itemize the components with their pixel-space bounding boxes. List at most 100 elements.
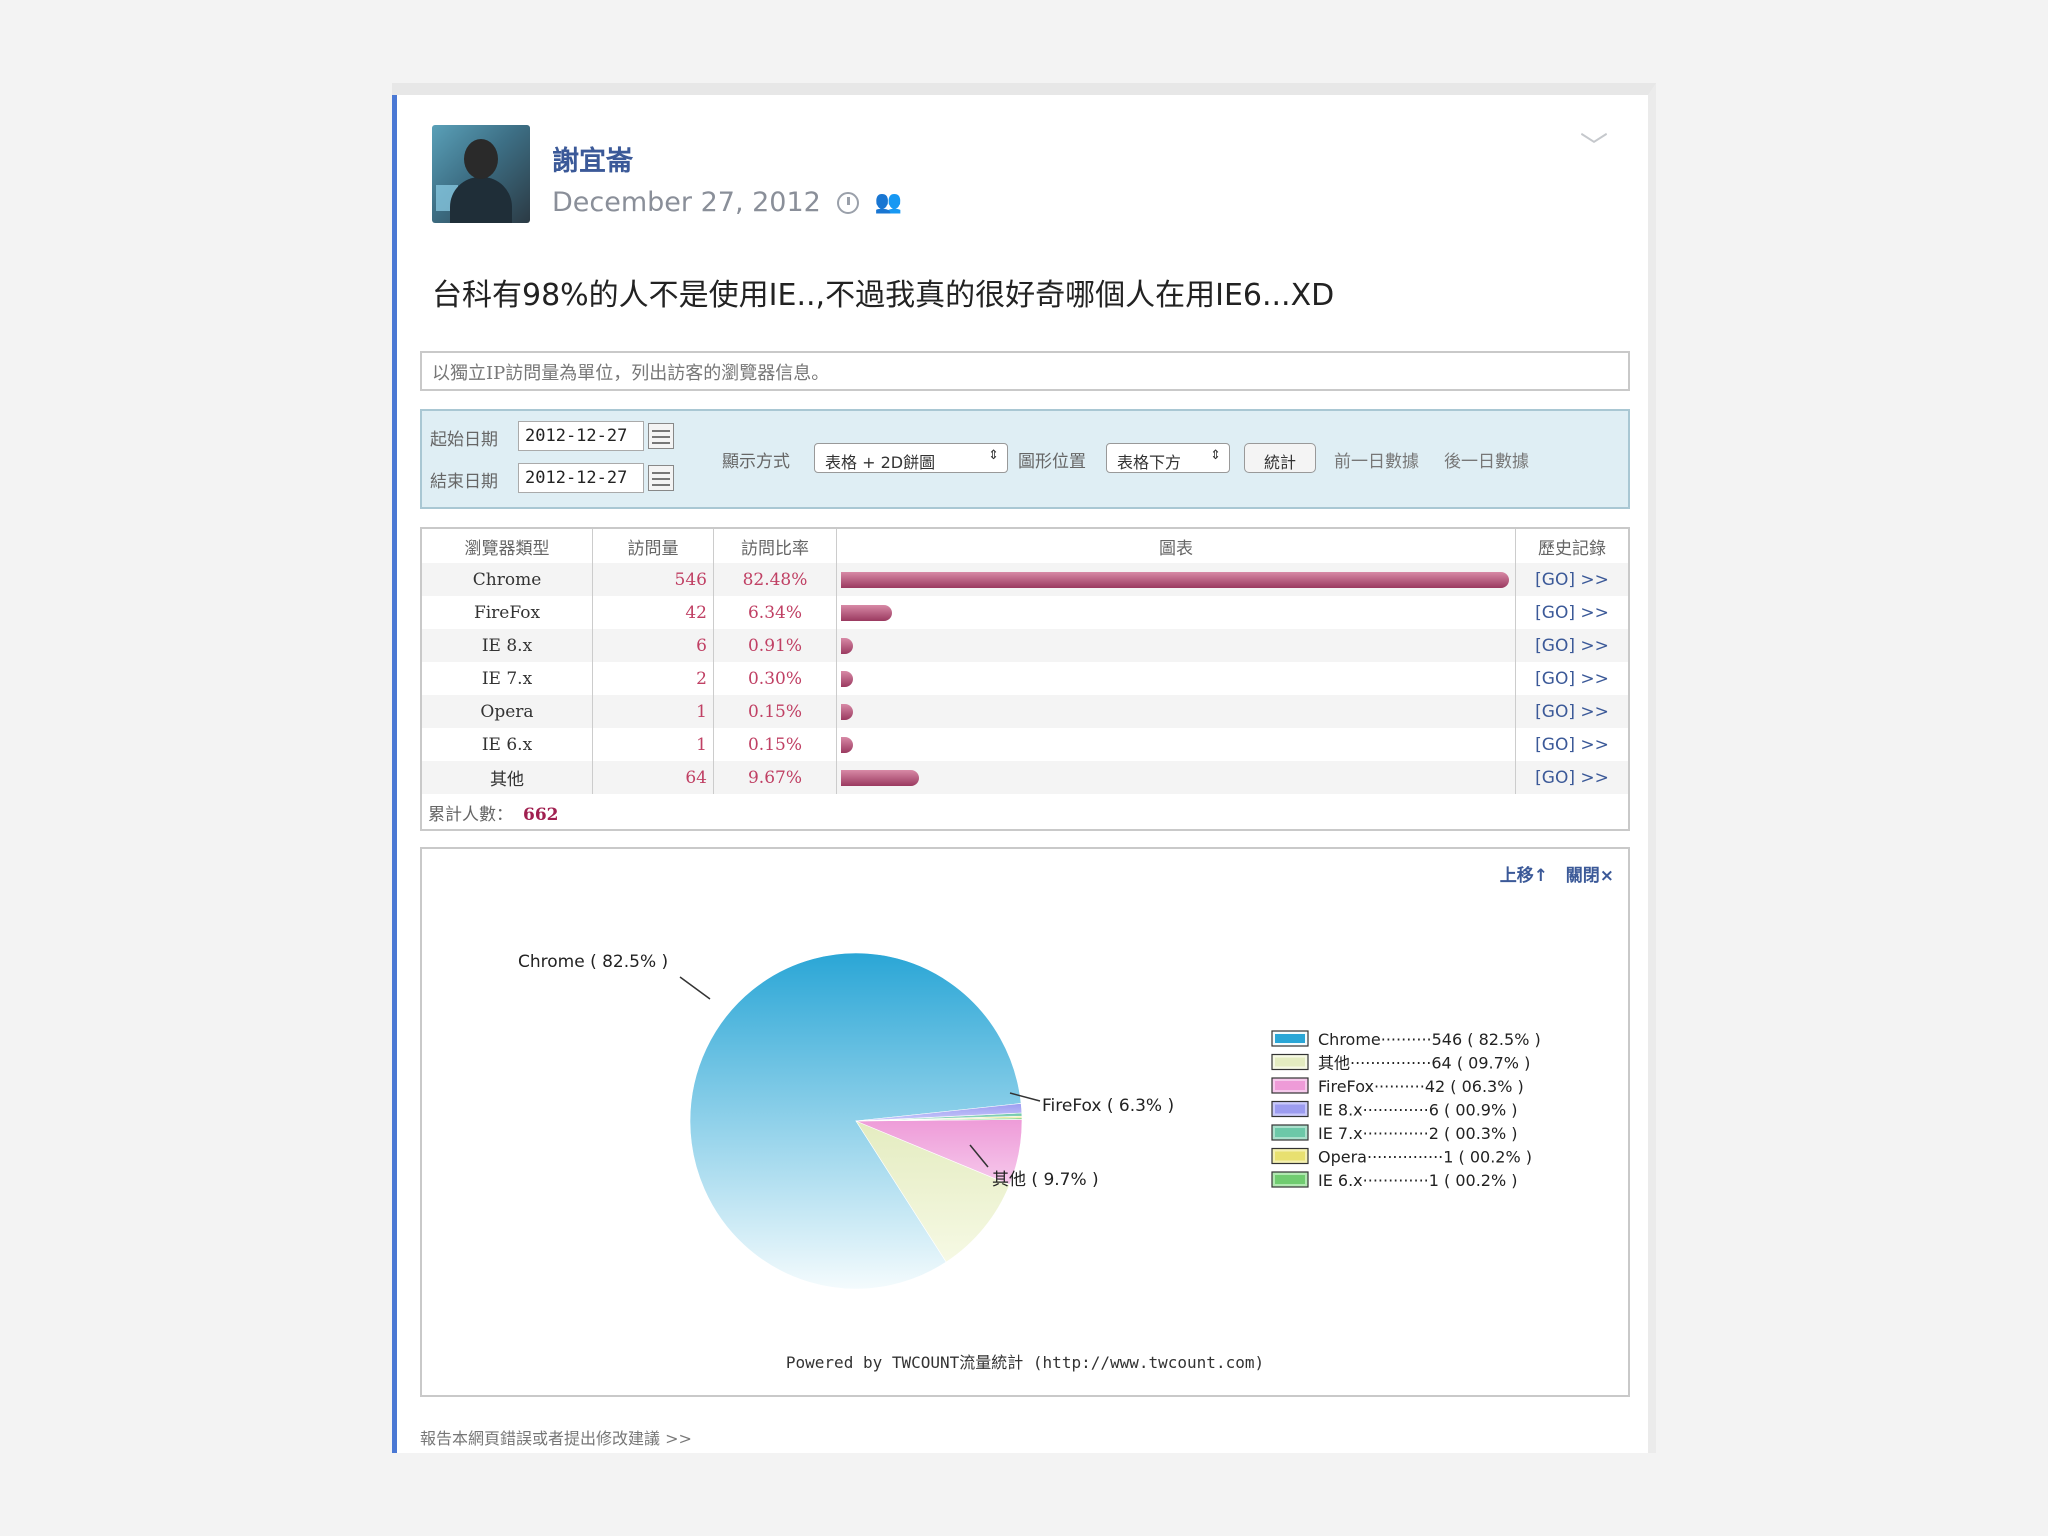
legend-swatch-fill <box>1275 1151 1305 1161</box>
chevron-down-icon[interactable]: ﹀ <box>1580 125 1608 165</box>
browser-name: IE 7.x <box>422 662 593 695</box>
legend-entry: FireFox··········42 ( 06.3% ) <box>1318 1077 1524 1096</box>
legend-entry: Opera···············1 ( 00.2% ) <box>1318 1148 1532 1167</box>
avatar-body <box>450 177 512 223</box>
browser-name: FireFox <box>422 596 593 629</box>
visit-percent: 0.30% <box>713 662 837 695</box>
select-arrow-icon: ⇕ <box>1210 448 1221 463</box>
visit-count: 64 <box>592 761 714 794</box>
display-mode-label: 顯示方式 <box>722 452 790 472</box>
calendar-icon[interactable] <box>648 423 674 449</box>
visit-count: 42 <box>592 596 714 629</box>
share-bar <box>841 637 853 654</box>
stat-button[interactable]: 統計 <box>1244 443 1316 473</box>
pie-callout-label: Chrome ( 82.5% ) <box>518 952 668 972</box>
bar-cell <box>836 728 1516 761</box>
table-row: FireFox 42 6.34% [GO] >> <box>422 596 1628 629</box>
col-header: 訪問比率 <box>713 529 837 563</box>
go-history-link[interactable]: [GO] >> <box>1516 728 1629 761</box>
embedded-screenshot: 以獨立IP訪問量為單位，列出訪客的瀏覽器信息。 起始日期 2012-12-27 … <box>420 351 1630 1461</box>
share-bar <box>841 670 853 687</box>
legend-swatch-fill <box>1275 1081 1305 1090</box>
clock-icon <box>836 191 859 214</box>
pie-chart-panel: 上移↑ 關閉× Chrome ( 82.5% ) FireFox ( 6.3% )… <box>420 847 1630 1397</box>
display-mode-select[interactable]: 表格 + 2D餅圖 ⇕ <box>814 443 1008 473</box>
bar-cell <box>836 662 1516 695</box>
legend-entry: IE 8.x·············6 ( 00.9% ) <box>1318 1101 1518 1120</box>
col-header: 瀏覽器類型 <box>422 529 593 563</box>
calendar-icon[interactable] <box>648 465 674 491</box>
avatar-head <box>464 139 498 179</box>
visit-count: 1 <box>592 728 714 761</box>
browser-name: Opera <box>422 695 593 728</box>
bar-cell <box>836 695 1516 728</box>
table-row: 其他 64 9.67% [GO] >> <box>422 761 1628 794</box>
chart-position-label: 圖形位置 <box>1018 452 1086 472</box>
visit-percent: 82.48% <box>713 563 837 596</box>
legend-swatch-fill <box>1275 1104 1305 1114</box>
col-header: 歷史記錄 <box>1538 538 1606 559</box>
legend-swatch-fill <box>1275 1128 1305 1137</box>
legend-entry: Chrome··········546 ( 82.5% ) <box>1318 1030 1541 1049</box>
info-bar: 以獨立IP訪問量為單位，列出訪客的瀏覽器信息。 <box>420 351 1630 391</box>
visit-percent: 0.15% <box>713 695 837 728</box>
chart-position-select[interactable]: 表格下方 ⇕ <box>1106 443 1230 473</box>
post-meta: December 27, 2012 👥 <box>552 187 902 218</box>
avatar[interactable] <box>432 125 530 223</box>
legend-swatch-fill <box>1275 1175 1305 1184</box>
table-row: Opera 1 0.15% [GO] >> <box>422 695 1628 728</box>
total-label: 累計人數： <box>428 805 513 825</box>
share-bar <box>841 769 920 786</box>
table-row: IE 8.x 6 0.91% [GO] >> <box>422 629 1628 662</box>
author-name[interactable]: 謝宜崙 <box>552 139 633 178</box>
display-mode-value: 表格 + 2D餅圖 <box>825 453 936 472</box>
browser-table: 瀏覽器類型 訪問量 訪問比率 圖表 歷史記錄 Chrome 546 82.48% [G… <box>420 527 1630 831</box>
start-date-input[interactable]: 2012-12-27 <box>518 421 644 451</box>
visit-percent: 0.15% <box>713 728 837 761</box>
visit-count: 546 <box>592 563 714 596</box>
end-date-label: 結束日期 <box>430 472 498 492</box>
go-history-link[interactable]: [GO] >> <box>1515 761 1628 794</box>
chart-position-value: 表格下方 <box>1117 453 1182 472</box>
bar-cell <box>836 563 1516 596</box>
select-arrow-icon: ⇕ <box>988 448 999 463</box>
audience-friends-icon[interactable]: 👥 <box>875 190 902 215</box>
card-accent-bar <box>392 95 397 1453</box>
browser-name: IE 8.x <box>422 629 593 662</box>
col-header: 圖表 <box>836 529 1516 563</box>
facebook-post-card: 謝宜崙 December 27, 2012 👥 ﹀ 台科有98%的人不是使用IE… <box>392 83 1656 1453</box>
go-history-link[interactable]: [GO] >> <box>1515 629 1628 662</box>
post-text: 台科有98%的人不是使用IE..,不過我真的很好奇哪個人在用IE6...XD <box>432 278 1335 313</box>
legend-entry: 其他················64 ( 09.7% ) <box>1318 1054 1530 1073</box>
share-bar <box>841 736 853 753</box>
bar-cell <box>836 596 1516 629</box>
go-history-link[interactable]: [GO] >> <box>1515 563 1628 596</box>
share-bar <box>841 571 1509 588</box>
go-history-link[interactable]: [GO] >> <box>1516 662 1629 695</box>
post-date[interactable]: December 27, 2012 <box>552 187 821 218</box>
go-history-link[interactable]: [GO] >> <box>1516 596 1629 629</box>
legend-entry: IE 7.x·············2 ( 00.3% ) <box>1318 1124 1518 1143</box>
report-error-link[interactable]: 報告本網頁錯誤或者提出修改建議 >> <box>420 1425 692 1449</box>
total-visitors: 累計人數： 662 <box>428 800 559 825</box>
table-row: IE 7.x 2 0.30% [GO] >> <box>422 662 1628 695</box>
pie-chart: Chrome ( 82.5% ) FireFox ( 6.3% ) 其他 ( 9.7… <box>518 952 1541 1290</box>
start-date-label: 起始日期 <box>430 430 498 450</box>
go-history-link[interactable]: [GO] >> <box>1515 695 1628 728</box>
powered-by-text: Powered by TWCOUNT流量統計 (http://www.twcou… <box>785 1353 1265 1372</box>
visit-count: 2 <box>592 662 714 695</box>
prev-day-link[interactable]: 前一日數據 <box>1334 447 1419 472</box>
share-bar <box>841 703 853 720</box>
bar-cell <box>836 629 1516 662</box>
bar-cell <box>836 761 1516 794</box>
filter-panel: 起始日期 2012-12-27 結束日期 2012-12-27 顯示方式 表格 … <box>420 409 1630 509</box>
browser-name: 其他 <box>422 761 593 794</box>
legend-swatch-fill <box>1275 1034 1305 1043</box>
col-header: 訪問量 <box>592 529 714 563</box>
next-day-link[interactable]: 後一日數據 <box>1444 447 1529 472</box>
visit-percent: 6.34% <box>713 596 837 629</box>
pie-callout-label: 其他 ( 9.7% ) <box>992 1170 1099 1190</box>
visit-count: 1 <box>592 695 714 728</box>
browser-name: IE 6.x <box>422 728 593 761</box>
end-date-input[interactable]: 2012-12-27 <box>518 463 644 493</box>
